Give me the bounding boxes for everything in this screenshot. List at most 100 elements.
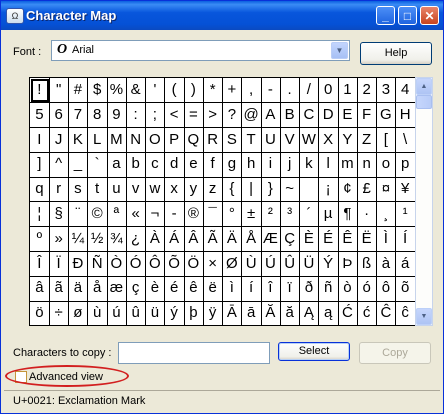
character-cell[interactable]: á [395, 251, 416, 277]
character-cell[interactable]: Ù [241, 251, 262, 277]
character-cell[interactable]: 9 [107, 102, 127, 129]
character-cell[interactable]: ? [222, 102, 243, 129]
character-cell[interactable]: v [126, 177, 146, 203]
character-cell[interactable]: Æ [261, 226, 281, 253]
close-button[interactable]: ✕ [420, 6, 439, 25]
character-cell[interactable]: = [184, 102, 204, 129]
character-cell[interactable]: K [68, 127, 89, 153]
character-cell[interactable]: / [299, 78, 320, 104]
character-cell[interactable]: Ï [49, 251, 69, 277]
character-cell[interactable]: e [184, 152, 204, 178]
character-cell[interactable]: ó [357, 276, 377, 302]
character-cell[interactable]: # [68, 78, 89, 104]
character-cell[interactable]: ö [30, 301, 50, 327]
character-cell[interactable]: m [338, 152, 358, 178]
character-cell[interactable]: ć [357, 301, 377, 327]
character-cell[interactable]: ô [376, 276, 397, 302]
character-cell[interactable]: 0 [318, 78, 339, 104]
character-cell[interactable]: ñ [318, 276, 339, 302]
character-cell[interactable]: [ [376, 127, 397, 153]
character-cell[interactable]: w [145, 177, 166, 203]
character-cell[interactable]: S [222, 127, 243, 153]
character-cell[interactable]: Ú [261, 251, 281, 277]
character-cell[interactable]: ý [164, 301, 185, 327]
character-cell[interactable]: × [203, 251, 223, 277]
character-cell[interactable]: j [280, 152, 300, 178]
character-cell[interactable]: . [280, 78, 300, 104]
character-cell[interactable]: ¤ [376, 177, 397, 203]
character-cell[interactable]: ÿ [203, 301, 223, 327]
character-cell[interactable]: Ø [222, 251, 243, 277]
character-cell[interactable]: 3 [376, 78, 397, 104]
character-cell[interactable]: µ [318, 202, 339, 228]
character-cell[interactable]: ë [203, 276, 223, 302]
character-cell[interactable]: õ [395, 276, 416, 302]
character-cell[interactable]: $ [87, 78, 108, 104]
character-cell[interactable]: s [68, 177, 89, 203]
character-cell[interactable]: ç [126, 276, 146, 302]
character-cell[interactable]: a [107, 152, 127, 178]
character-cell[interactable]: ¶ [338, 202, 358, 228]
character-cell[interactable]: M [107, 127, 127, 153]
character-cell[interactable]: ( [164, 78, 185, 104]
character-cell[interactable]: ß [357, 251, 377, 277]
character-cell[interactable]: _ [68, 152, 89, 178]
character-cell[interactable]: û [126, 301, 146, 327]
character-cell[interactable]: f [203, 152, 223, 178]
character-cell[interactable]: | [241, 177, 262, 203]
character-cell[interactable]: t [87, 177, 108, 203]
character-cell[interactable]: Ö [184, 251, 204, 277]
character-cell[interactable]: Ì [376, 226, 397, 253]
character-cell[interactable]: n [357, 152, 377, 178]
character-cell[interactable]: î [261, 276, 281, 302]
character-cell[interactable]: X [318, 127, 339, 153]
character-cell[interactable]: { [222, 177, 243, 203]
character-cell[interactable]: Ò [107, 251, 127, 277]
character-cell[interactable]: Î [30, 251, 50, 277]
character-cell[interactable]: Ô [145, 251, 166, 277]
character-cell[interactable]: ā [241, 301, 262, 327]
character-cell[interactable]: Ó [126, 251, 146, 277]
character-cell[interactable]: ± [241, 202, 262, 228]
character-cell[interactable]: < [164, 102, 185, 129]
character-cell[interactable]: G [376, 102, 397, 129]
character-cell[interactable]: Ä [222, 226, 243, 253]
character-cell[interactable]: Ã [203, 226, 223, 253]
characters-to-copy-input[interactable] [118, 342, 270, 364]
character-cell[interactable]: é [164, 276, 185, 302]
character-cell[interactable]: ' [145, 78, 166, 104]
character-cell[interactable]: : [126, 102, 146, 129]
character-cell[interactable]: « [126, 202, 146, 228]
character-cell[interactable]: Y [338, 127, 358, 153]
character-cell[interactable]: d [164, 152, 185, 178]
character-cell[interactable]: í [241, 276, 262, 302]
character-cell[interactable]: l [318, 152, 339, 178]
character-cell[interactable]: Û [280, 251, 300, 277]
character-cell[interactable]: O [145, 127, 166, 153]
chevron-down-icon[interactable]: ▼ [331, 42, 348, 59]
character-cell[interactable]: Í [395, 226, 416, 253]
character-cell[interactable]: c [145, 152, 166, 178]
character-cell[interactable]: Ă [261, 301, 281, 327]
character-cell[interactable]: ì [222, 276, 243, 302]
character-cell[interactable]: & [126, 78, 146, 104]
character-cell[interactable]: 5 [30, 102, 50, 129]
character-cell[interactable]: p [395, 152, 416, 178]
character-cell[interactable]: ° [222, 202, 243, 228]
character-cell[interactable]: U [261, 127, 281, 153]
character-cell[interactable]: ø [68, 301, 89, 327]
character-cell[interactable]: § [49, 202, 69, 228]
character-cell[interactable]: @ [241, 102, 262, 129]
character-cell[interactable]: ; [145, 102, 166, 129]
character-cell[interactable]: E [338, 102, 358, 129]
character-cell[interactable]: ú [107, 301, 127, 327]
character-cell[interactable]: u [107, 177, 127, 203]
character-cell[interactable]: è [145, 276, 166, 302]
character-cell[interactable]: V [280, 127, 300, 153]
character-cell[interactable]: æ [107, 276, 127, 302]
character-cell[interactable] [299, 177, 320, 203]
character-cell[interactable]: À [145, 226, 166, 253]
character-cell[interactable]: Å [241, 226, 262, 253]
character-cell[interactable]: Ą [299, 301, 320, 327]
character-cell[interactable]: ! [30, 78, 50, 104]
